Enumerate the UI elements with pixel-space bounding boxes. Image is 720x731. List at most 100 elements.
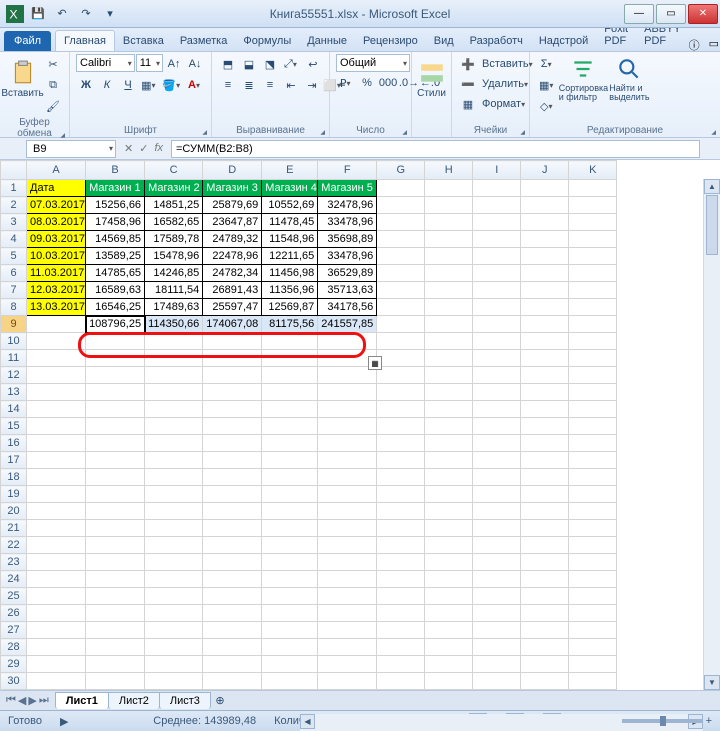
tab-1[interactable]: Вставка <box>115 31 172 51</box>
font-size-combo[interactable]: 11 <box>136 54 163 72</box>
cell-empty[interactable] <box>145 503 203 520</box>
cell-empty[interactable] <box>145 656 203 673</box>
cell-empty[interactable] <box>203 435 262 452</box>
cell-empty[interactable] <box>318 673 377 690</box>
cell-empty[interactable] <box>86 537 145 554</box>
row-header-1[interactable]: 1 <box>1 180 27 197</box>
cell-empty[interactable] <box>473 180 521 197</box>
cell-E4[interactable]: 11548,96 <box>262 231 318 248</box>
row-header-4[interactable]: 4 <box>1 231 27 248</box>
cell-empty[interactable] <box>27 571 86 588</box>
cell-empty[interactable] <box>521 265 569 282</box>
cell-empty[interactable] <box>377 299 425 316</box>
cell-empty[interactable] <box>521 690 569 691</box>
col-header-I[interactable]: I <box>473 161 521 180</box>
cell-empty[interactable] <box>27 401 86 418</box>
row-header-3[interactable]: 3 <box>1 214 27 231</box>
cell-empty[interactable] <box>473 605 521 622</box>
cell-empty[interactable] <box>569 452 617 469</box>
cell-F4[interactable]: 35698,89 <box>318 231 377 248</box>
row-header-16[interactable]: 16 <box>1 435 27 452</box>
cell-empty[interactable] <box>318 418 377 435</box>
scroll-up-icon[interactable]: ▲ <box>704 179 720 194</box>
cell-empty[interactable] <box>569 673 617 690</box>
ribbon-min-icon[interactable]: ▭ <box>709 37 720 51</box>
sheet-tab-1[interactable]: Лист2 <box>108 692 160 709</box>
row-header-13[interactable]: 13 <box>1 384 27 401</box>
cell-empty[interactable] <box>86 639 145 656</box>
sheet-next-icon[interactable]: ▶ <box>28 694 36 707</box>
cell-empty[interactable] <box>521 367 569 384</box>
delete-cells-icon[interactable]: ➖ <box>458 74 478 94</box>
cell-empty[interactable] <box>27 656 86 673</box>
cell-empty[interactable] <box>377 180 425 197</box>
sheet-tab-0[interactable]: Лист1 <box>55 692 109 709</box>
cell-F8[interactable]: 34178,56 <box>318 299 377 316</box>
cell-empty[interactable] <box>145 571 203 588</box>
clear-icon[interactable]: ◇ <box>537 96 557 116</box>
cell-empty[interactable] <box>318 622 377 639</box>
cell-empty[interactable] <box>262 452 318 469</box>
row-header-7[interactable]: 7 <box>1 282 27 299</box>
cell-empty[interactable] <box>425 214 473 231</box>
redo-icon[interactable]: ↷ <box>76 4 96 24</box>
cell-empty[interactable] <box>377 622 425 639</box>
row-header-29[interactable]: 29 <box>1 656 27 673</box>
cell-F6[interactable]: 36529,89 <box>318 265 377 282</box>
cell-empty[interactable] <box>377 367 425 384</box>
cell-empty[interactable] <box>377 418 425 435</box>
font-name-combo[interactable]: Calibri <box>76 54 135 72</box>
cell-empty[interactable] <box>425 520 473 537</box>
cell-empty[interactable] <box>521 503 569 520</box>
cell-empty[interactable] <box>318 333 377 350</box>
undo-icon[interactable]: ↶ <box>52 4 72 24</box>
cell-empty[interactable] <box>86 435 145 452</box>
fx-icon[interactable]: fx <box>154 142 163 155</box>
zoom-in-icon[interactable]: + <box>706 715 712 727</box>
cell-empty[interactable] <box>425 639 473 656</box>
cell-empty[interactable] <box>27 435 86 452</box>
cell-empty[interactable] <box>86 571 145 588</box>
cell-empty[interactable] <box>145 469 203 486</box>
cell-empty[interactable] <box>377 690 425 691</box>
cell-C1[interactable]: Магазин 2 <box>145 180 203 197</box>
cell-empty[interactable] <box>262 503 318 520</box>
cell-D4[interactable]: 24789,32 <box>203 231 262 248</box>
cell-empty[interactable] <box>262 690 318 691</box>
cell-empty[interactable] <box>145 639 203 656</box>
row-header-24[interactable]: 24 <box>1 571 27 588</box>
cell-empty[interactable] <box>27 418 86 435</box>
cell-empty[interactable] <box>318 571 377 588</box>
cell-F7[interactable]: 35713,63 <box>318 282 377 299</box>
cell-B1[interactable]: Магазин 1 <box>86 180 145 197</box>
cell-empty[interactable] <box>145 435 203 452</box>
cell-empty[interactable] <box>262 605 318 622</box>
cell-D6[interactable]: 24782,34 <box>203 265 262 282</box>
cell-empty[interactable] <box>377 333 425 350</box>
row-header-31[interactable]: 31 <box>1 690 27 691</box>
tab-file[interactable]: Файл <box>4 31 51 51</box>
cell-empty[interactable] <box>377 231 425 248</box>
cell-empty[interactable] <box>203 622 262 639</box>
cell-empty[interactable] <box>86 486 145 503</box>
currency-icon[interactable]: ₽ <box>336 73 356 93</box>
cell-F5[interactable]: 33478,96 <box>318 248 377 265</box>
cell-F3[interactable]: 33478,96 <box>318 214 377 231</box>
cell-B4[interactable]: 14569,85 <box>86 231 145 248</box>
cell-empty[interactable] <box>377 316 425 333</box>
sheet-last-icon[interactable]: ⏭ <box>39 694 49 707</box>
cell-empty[interactable] <box>27 469 86 486</box>
cell-B8[interactable]: 16546,25 <box>86 299 145 316</box>
fill-icon[interactable]: ▦ <box>536 75 558 95</box>
cell-empty[interactable] <box>521 520 569 537</box>
cell-empty[interactable] <box>521 435 569 452</box>
cell-E7[interactable]: 11356,96 <box>262 282 318 299</box>
row-header-28[interactable]: 28 <box>1 639 27 656</box>
cell-empty[interactable] <box>377 452 425 469</box>
cell-empty[interactable] <box>425 537 473 554</box>
cell-C9[interactable]: 114350,66 <box>145 316 203 333</box>
cell-empty[interactable] <box>318 554 377 571</box>
cell-empty[interactable] <box>203 418 262 435</box>
cell-empty[interactable] <box>473 435 521 452</box>
fill-color-icon[interactable]: 🪣 <box>161 75 184 95</box>
